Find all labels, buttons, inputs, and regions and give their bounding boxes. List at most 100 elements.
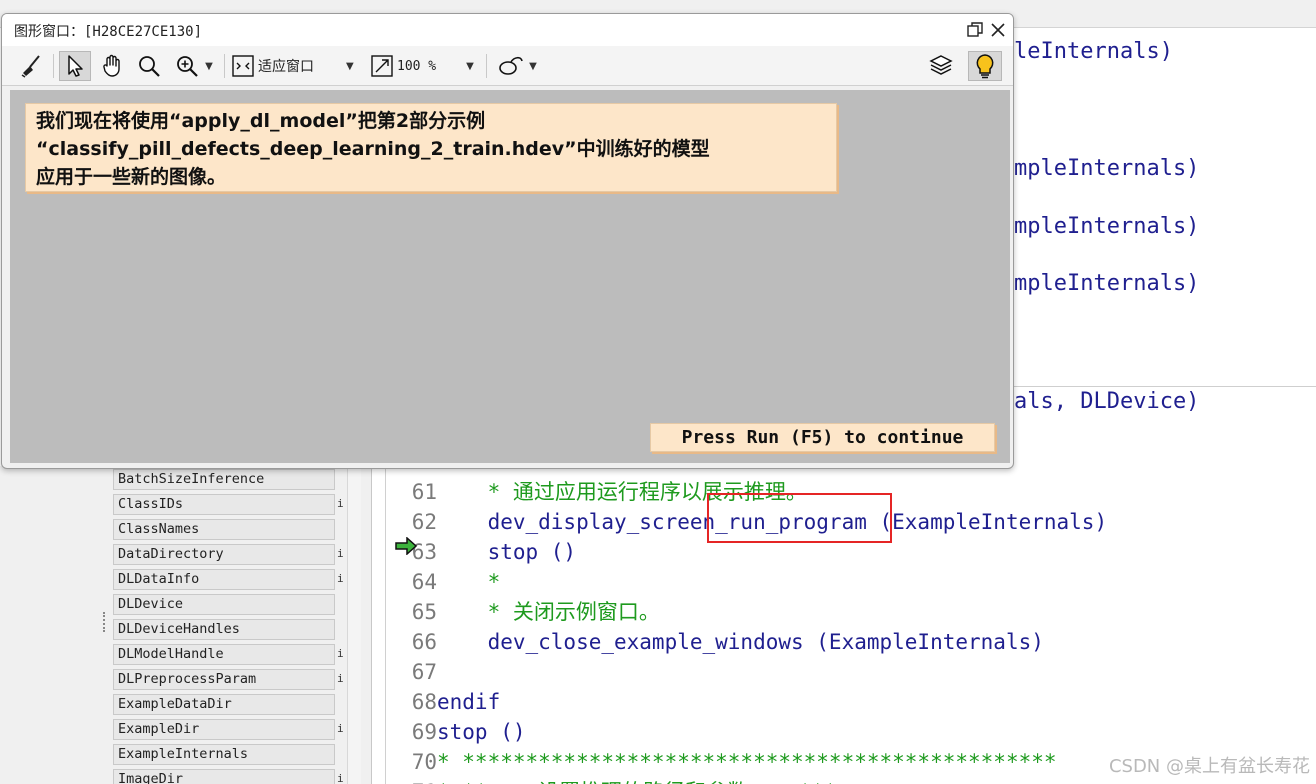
- code-fragment-4: mpleInternals): [1014, 271, 1200, 296]
- variable-info-icon: i: [337, 572, 344, 585]
- highlight-annotation: [707, 493, 892, 543]
- magnifier-icon[interactable]: [134, 51, 164, 81]
- zoom-in-icon[interactable]: ▼: [169, 51, 219, 81]
- zoom-label: 100 %: [397, 58, 437, 74]
- variable-info-icon: i: [337, 722, 344, 735]
- line-number: 61: [411, 480, 437, 504]
- variable-scrollbar[interactable]: [347, 467, 361, 784]
- variable-row[interactable]: ExampleDir i: [113, 717, 361, 742]
- variable-info-icon: [337, 469, 347, 490]
- code-line[interactable]: 64 *: [395, 567, 1295, 597]
- splitter-grip[interactable]: [103, 612, 107, 632]
- variable-row[interactable]: DLPreprocessParam i: [113, 667, 361, 692]
- message-line-3: 应用于一些新的图像。: [36, 166, 227, 188]
- close-icon[interactable]: [987, 19, 1009, 41]
- graphics-window[interactable]: 图形窗口：[H28CE27CE130] ▼ 适应窗口 ▼ 100 % ▼ ▼ 我…: [1, 13, 1014, 469]
- code-fragment-3: mpleInternals): [1014, 214, 1200, 239]
- pointer-icon[interactable]: [59, 51, 91, 81]
- pan-hand-icon[interactable]: [97, 51, 129, 81]
- variable-row[interactable]: DLDeviceHandles: [113, 617, 361, 642]
- draw-shape-icon[interactable]: ▼: [492, 51, 542, 81]
- variable-info-icon: i: [337, 497, 344, 510]
- code-line[interactable]: 69stop (): [395, 717, 1295, 747]
- clear-broom-icon[interactable]: [16, 51, 46, 81]
- code-text: stop (): [437, 720, 526, 744]
- variable-info-icon: [337, 694, 347, 715]
- variable-name: DLModelHandle: [113, 644, 335, 665]
- program-counter-arrow-icon: [395, 537, 418, 555]
- code-line[interactable]: 65 * 关闭示例窗口。: [395, 597, 1295, 627]
- watermark: CSDN @桌上有盆长寿花: [1108, 756, 1310, 777]
- variable-row[interactable]: DLDevice: [113, 592, 361, 617]
- code-line[interactable]: 68endif: [395, 687, 1295, 717]
- variable-info-icon: i: [337, 547, 344, 560]
- toolbar-separator: [486, 54, 487, 78]
- variable-name: ExampleInternals: [113, 744, 335, 765]
- toolbar-separator: [224, 54, 225, 78]
- variable-name: ExampleDir: [113, 719, 335, 740]
- code-line[interactable]: 71* ** 设置推理的路径和参数 ***: [395, 777, 1295, 784]
- code-text: * 关闭示例窗口。: [437, 600, 660, 624]
- toolbar-separator: [53, 54, 54, 78]
- variable-name: ImageDir: [113, 769, 335, 784]
- variable-list: BatchSizeInference ClassIDs i ClassNames Dat…: [113, 467, 361, 784]
- graphics-window-titlebar[interactable]: 图形窗口：[H28CE27CE130]: [2, 14, 1013, 46]
- fit-window-dropdown[interactable]: 适应窗口 ▼: [231, 51, 366, 81]
- variable-info-icon: [337, 519, 347, 540]
- variable-name: DLPreprocessParam: [113, 669, 335, 690]
- variable-row[interactable]: ExampleInternals: [113, 742, 361, 767]
- instruction-message: 我们现在将使用“apply_dl_model”把第2部分示例 “classify…: [25, 103, 837, 192]
- code-fragment-5: als, DLDevice): [1014, 389, 1200, 414]
- message-line-1: 我们现在将使用“apply_dl_model”把第2部分示例: [36, 110, 486, 132]
- variable-row[interactable]: DataDirectory i: [113, 542, 361, 567]
- fit-window-icon: [232, 55, 254, 77]
- variable-row[interactable]: ClassIDs i: [113, 492, 361, 517]
- code-text: * ** 设置推理的路径和参数 ***: [437, 777, 837, 784]
- variable-name: ClassNames: [113, 519, 335, 540]
- graphics-canvas[interactable]: 我们现在将使用“apply_dl_model”把第2部分示例 “classify…: [10, 90, 1010, 463]
- code-text: dev_close_example_windows (ExampleIntern…: [437, 630, 1044, 654]
- variable-info-icon: i: [337, 672, 344, 685]
- variable-info-icon: [337, 744, 347, 765]
- line-number: 68: [411, 690, 437, 714]
- fit-window-label: 适应窗口: [258, 59, 314, 75]
- variable-row[interactable]: DLDataInfo i: [113, 567, 361, 592]
- variable-info-icon: i: [337, 772, 344, 784]
- variable-name: DLDeviceHandles: [113, 619, 335, 640]
- code-line[interactable]: 67: [395, 657, 1295, 687]
- variable-row[interactable]: ExampleDataDir: [113, 692, 361, 717]
- code-fragment-2: mpleInternals): [1014, 156, 1200, 181]
- line-number: 69: [411, 720, 437, 744]
- layers-icon[interactable]: [926, 51, 956, 81]
- code-line[interactable]: 66 dev_close_example_windows (ExampleInt…: [395, 627, 1295, 657]
- variable-name: DataDirectory: [113, 544, 335, 565]
- message-line-2: “classify_pill_defects_deep_learning_2_t…: [36, 138, 710, 160]
- variable-row[interactable]: BatchSizeInference: [113, 467, 361, 492]
- code-text: stop (): [437, 540, 577, 564]
- line-number: 71: [395, 777, 437, 784]
- code-fragment-1: leInternals): [1014, 39, 1173, 64]
- variable-row[interactable]: DLModelHandle i: [113, 642, 361, 667]
- restore-icon[interactable]: [964, 19, 986, 41]
- press-run-hint: Press Run (F5) to continue: [650, 423, 995, 452]
- zoom-ratio-icon: [371, 55, 393, 77]
- variable-info-icon: [337, 619, 347, 640]
- graphics-toolbar: ▼ 适应窗口 ▼ 100 % ▼ ▼: [2, 46, 1013, 86]
- code-text: endif: [437, 690, 501, 714]
- variable-row[interactable]: ImageDir i: [113, 767, 361, 784]
- lightbulb-icon[interactable]: [968, 51, 1002, 81]
- line-number: 66: [411, 630, 437, 654]
- variable-name: DLDevice: [113, 594, 335, 615]
- variable-info-icon: i: [337, 647, 344, 660]
- line-number: 67: [411, 660, 437, 684]
- code-text: * **************************************…: [437, 750, 1057, 774]
- variable-row[interactable]: ClassNames: [113, 517, 361, 542]
- line-number: 70: [411, 750, 437, 774]
- graphics-window-title: 图形窗口：[H28CE27CE130]: [14, 24, 203, 40]
- variable-name: ExampleDataDir: [113, 694, 335, 715]
- code-text: *: [437, 570, 501, 594]
- variable-name: DLDataInfo: [113, 569, 335, 590]
- zoom-dropdown[interactable]: 100 % ▼: [370, 51, 482, 81]
- variable-name: ClassIDs: [113, 494, 335, 515]
- editor-divider: [1010, 386, 1316, 387]
